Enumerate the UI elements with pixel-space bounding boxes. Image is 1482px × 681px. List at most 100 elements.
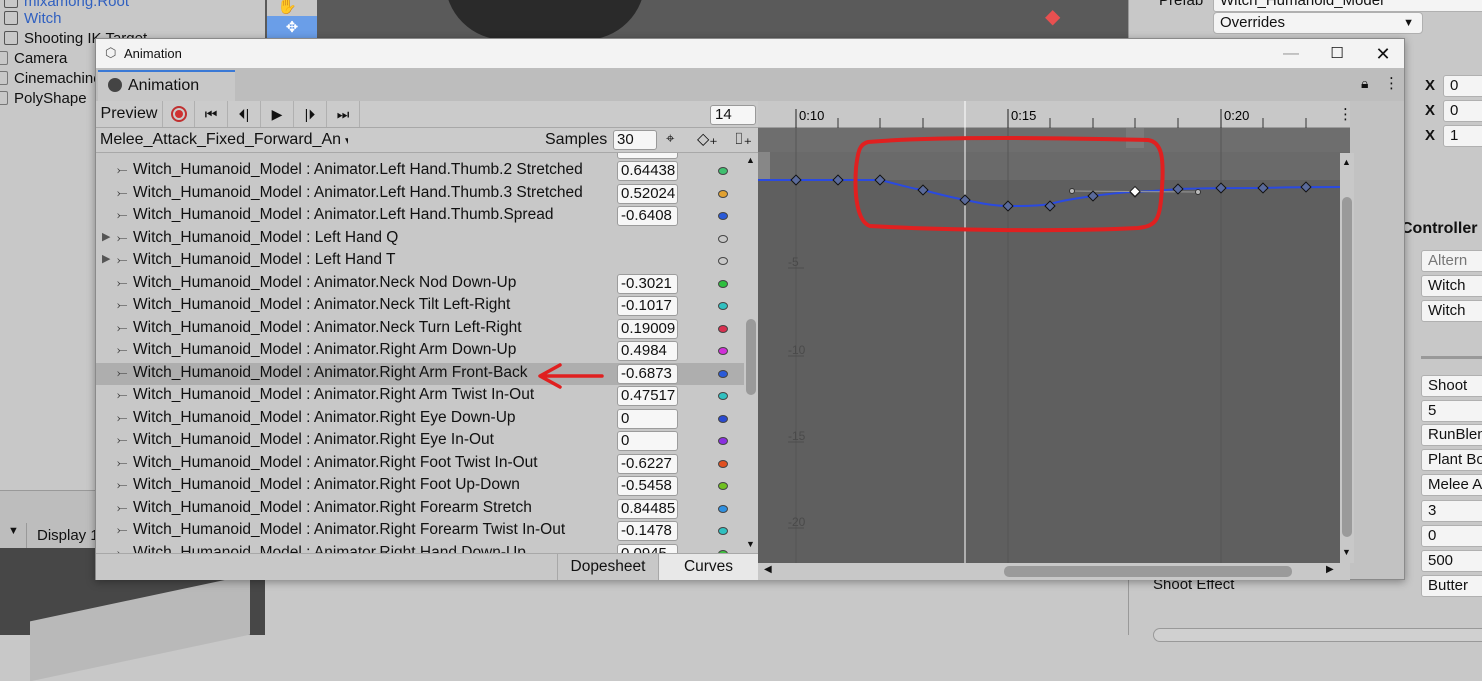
property-row[interactable]: ⤚ Witch_Humanoid_Model : Animator.Right F… (96, 453, 744, 476)
curve-color-dot[interactable] (718, 369, 728, 378)
play-button[interactable]: ▶ (261, 101, 294, 127)
curve-color-dot[interactable] (718, 189, 728, 198)
window-titlebar[interactable]: ⬡ Animation — ☐ ✕ (96, 39, 1404, 68)
record-button[interactable] (163, 101, 195, 127)
property-row[interactable]: ▶ ⤚ Witch_Humanoid_Model : Left Hand T (96, 250, 744, 273)
rotation-x-field[interactable]: 0 (1443, 100, 1482, 122)
scroll-up-icon[interactable]: ▲ (1342, 157, 1351, 167)
property-value-field[interactable]: 0.47517 (617, 386, 678, 406)
property-row[interactable]: ⤚ Witch_Humanoid_Model : Animator.Right F… (96, 475, 744, 498)
property-value-field[interactable]: 0 (617, 431, 678, 451)
scroll-thumb[interactable] (1004, 566, 1292, 577)
minimize-button[interactable]: — (1268, 42, 1314, 66)
dropdown-arrow-icon[interactable]: ▼ (8, 525, 19, 537)
property-row[interactable]: ⤚ Witch_Humanoid_Model : Animator.Neck Tu… (96, 318, 744, 341)
string-field[interactable]: Plant Bo (1421, 449, 1482, 471)
property-value-field[interactable]: -0.1017 (617, 296, 678, 316)
int-field[interactable]: 3 (1421, 500, 1482, 522)
tab-curves[interactable]: Curves (658, 554, 758, 580)
property-value-field[interactable]: -0.1478 (617, 521, 678, 541)
property-row[interactable]: ⤚ Witch_Humanoid_Model : Animator.Neck No… (96, 273, 744, 296)
add-keyframe-icon[interactable]: ◇₊ (697, 129, 718, 149)
tangent-handle[interactable] (1195, 189, 1201, 195)
overrides-dropdown[interactable]: Overrides ▼ (1213, 12, 1423, 34)
curve-color-dot[interactable] (718, 302, 728, 310)
preview-button[interactable]: Preview (96, 101, 163, 127)
scroll-thumb[interactable] (746, 319, 756, 395)
curve-color-dot[interactable] (718, 257, 728, 265)
string-field[interactable]: Melee A (1421, 474, 1482, 496)
property-value-field[interactable]: 0.64438 (617, 161, 678, 181)
string-field[interactable]: RunBlen (1421, 424, 1482, 446)
scale-x-field[interactable]: 1 (1443, 125, 1482, 147)
maximize-button[interactable]: ☐ (1314, 42, 1360, 66)
keyframe-marker[interactable] (917, 184, 929, 196)
key-all-icon[interactable]: ⌖ (666, 130, 674, 147)
property-row[interactable]: ⤚ Witch_Humanoid_Model : Animator.Right F… (96, 498, 744, 521)
keyframe-marker[interactable] (1300, 181, 1312, 193)
property-value-field[interactable]: -0.5458 (617, 476, 678, 496)
property-value-field[interactable]: 0.4984 (617, 341, 678, 361)
property-row[interactable]: ⤚ Witch_Humanoid_Model : Animator.Left Ha… (96, 160, 744, 183)
int-field[interactable]: 0 (1421, 525, 1482, 547)
property-value-field[interactable]: -0.6408 (617, 206, 678, 226)
scene-gizmo-icon[interactable]: ◆ (1045, 4, 1060, 29)
add-event-icon[interactable]: ⌷₊ (734, 129, 752, 149)
property-value-field[interactable]: 0.19009 (617, 318, 678, 339)
animation-curve[interactable] (758, 179, 1351, 208)
curve-color-dot[interactable] (718, 324, 728, 333)
prefab-field[interactable]: Witch_Humanoid_Model (1213, 0, 1482, 12)
hierarchy-item[interactable]: Camera (0, 49, 67, 69)
property-row[interactable]: ⤚ Witch_Humanoid_Model : Animator.Right A… (96, 385, 744, 408)
prev-keyframe-button[interactable]: ⏴︎| (228, 101, 261, 127)
curve-color-dot[interactable] (718, 234, 728, 243)
curve-color-dot[interactable] (718, 482, 728, 490)
property-row[interactable]: ⤚ Witch_Humanoid_Model : Animator.Right E… (96, 408, 744, 431)
curve-horizontal-scrollbar[interactable]: ◀ ▶ (758, 563, 1350, 580)
property-value-field[interactable]: 0 (617, 408, 678, 429)
object-field[interactable]: Shoot (1421, 375, 1482, 397)
curve-editor[interactable]: -5 -10 -15 -20 (758, 128, 1351, 580)
expand-arrow-icon[interactable]: ▶ (102, 252, 110, 265)
property-row[interactable]: ⤚ Witch_Humanoid_Model : Animator.Right F… (96, 520, 744, 543)
kebab-menu-icon[interactable]: ⋮ (1384, 74, 1399, 92)
search-field[interactable] (1153, 628, 1482, 642)
scroll-down-icon[interactable]: ▼ (1342, 547, 1351, 557)
object-field[interactable]: Butter (1421, 575, 1482, 597)
property-row[interactable]: ⤚ Witch_Humanoid_Model : Animator.Right E… (96, 430, 744, 453)
property-row[interactable]: ⤚ Witch_Humanoid_Model : Animator.Right A… (96, 340, 744, 363)
scene-viewport[interactable]: ✋ ✥ ◆ (265, 0, 1130, 40)
last-keyframe-button[interactable]: ⏭ (327, 101, 360, 127)
curve-color-dot[interactable] (718, 459, 728, 468)
hierarchy-item[interactable]: PolyShape (0, 89, 87, 109)
keyframe-marker[interactable] (1172, 183, 1184, 195)
hierarchy-item[interactable]: Cinemachine (0, 69, 102, 89)
curve-vertical-scrollbar[interactable]: ▲ ▼ (1340, 153, 1354, 563)
curve-color-dot[interactable] (718, 167, 728, 175)
field[interactable]: Altern (1421, 250, 1482, 272)
object-field[interactable]: Witch (1421, 300, 1482, 322)
keyframe-marker[interactable] (1257, 182, 1269, 194)
curve-color-dot[interactable] (718, 414, 728, 423)
value-field[interactable] (617, 153, 678, 159)
keyframe-marker[interactable] (1215, 182, 1227, 194)
tab-animation[interactable]: Animation (98, 70, 235, 101)
property-row[interactable]: ⤚ Witch_Humanoid_Model : Animator.Neck Ti… (96, 295, 744, 318)
curve-color-dot[interactable] (718, 437, 728, 445)
clip-dropdown[interactable]: Melee_Attack_Fixed_Forward_An ▼ (100, 130, 348, 150)
scroll-up-icon[interactable]: ▲ (746, 155, 755, 165)
int-field[interactable]: 500 (1421, 550, 1482, 572)
keyframe-marker[interactable] (1087, 190, 1099, 202)
expand-arrow-icon[interactable]: ▶ (102, 230, 110, 243)
range-handle[interactable] (758, 152, 770, 180)
keyframe-marker[interactable] (1002, 200, 1014, 212)
property-value-field[interactable]: -0.3021 (617, 273, 678, 294)
close-button[interactable]: ✕ (1360, 42, 1406, 66)
property-value-field[interactable]: 0.52024 (617, 183, 678, 204)
scroll-left-icon[interactable]: ◀ (764, 564, 772, 575)
property-value-field[interactable]: -0.6873 (617, 363, 678, 384)
curve-color-dot[interactable] (718, 392, 728, 400)
property-row[interactable]: ⤚ Witch_Humanoid_Model : Animator.Left Ha… (96, 205, 744, 228)
curve-color-dot[interactable] (718, 347, 728, 355)
keyframe-marker[interactable] (959, 194, 971, 206)
